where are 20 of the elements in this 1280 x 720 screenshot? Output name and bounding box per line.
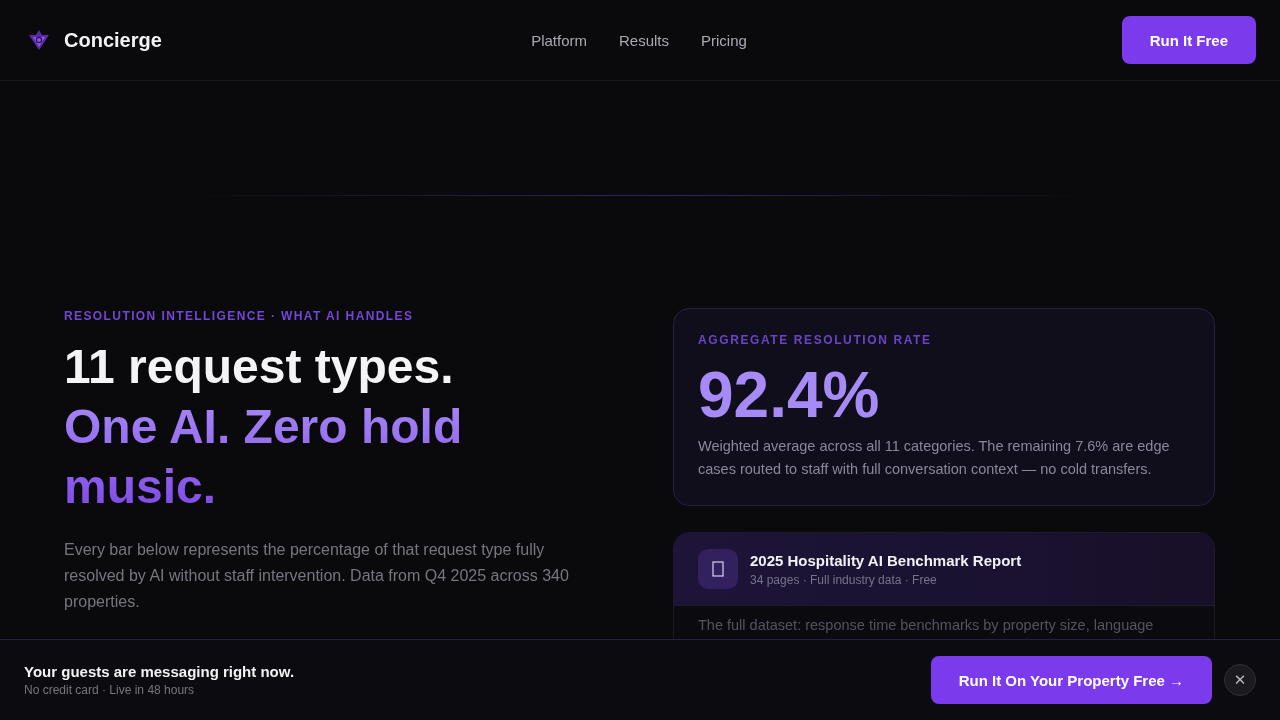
run-free-button[interactable]: Run It Free [1121,16,1256,64]
stat-description: Weighted average across all 11 categories. The remaining 7.6% are edge cases routed to staff with full conversation context — no cold transfers. [698,437,1171,479]
report-meta: 34 pages · Full industry data · Free [750,571,938,588]
section-eyebrow: RESOLUTION INTELLIGENCE · WHAT AI HANDLES [64,309,415,323]
diamond-logo-icon [28,29,50,51]
run-on-property-button[interactable]: Run It On Your Property Free → [930,656,1212,704]
close-button[interactable]: ✕ [1224,664,1256,696]
bar-title: Your guests are messaging right now. [24,662,295,681]
stat-label: AGGREGATE RESOLUTION RATE [698,332,933,348]
square-icon [698,549,738,589]
nav-link[interactable]: Results [619,31,669,49]
nav-link[interactable]: Platform [531,31,587,49]
stat-value: 92.4% [698,360,880,430]
intro-paragraph: Every bar below represents the percentage of that request type fully resolved by AI without staff intervention. Data from Q4 2025 across 340 properties. [64,540,570,612]
report-description: The full dataset: response time benchmarks by property size, language [697,616,1155,635]
report-title: 2025 Hospitality AI Benchmark Report [750,550,1022,571]
nav-link[interactable]: Pricing [701,31,747,49]
brand-name: Concierge [64,28,162,52]
bar-subtitle: No credit card · Live in 48 hours [24,682,196,698]
headline-text: 11 request types. [64,339,454,395]
